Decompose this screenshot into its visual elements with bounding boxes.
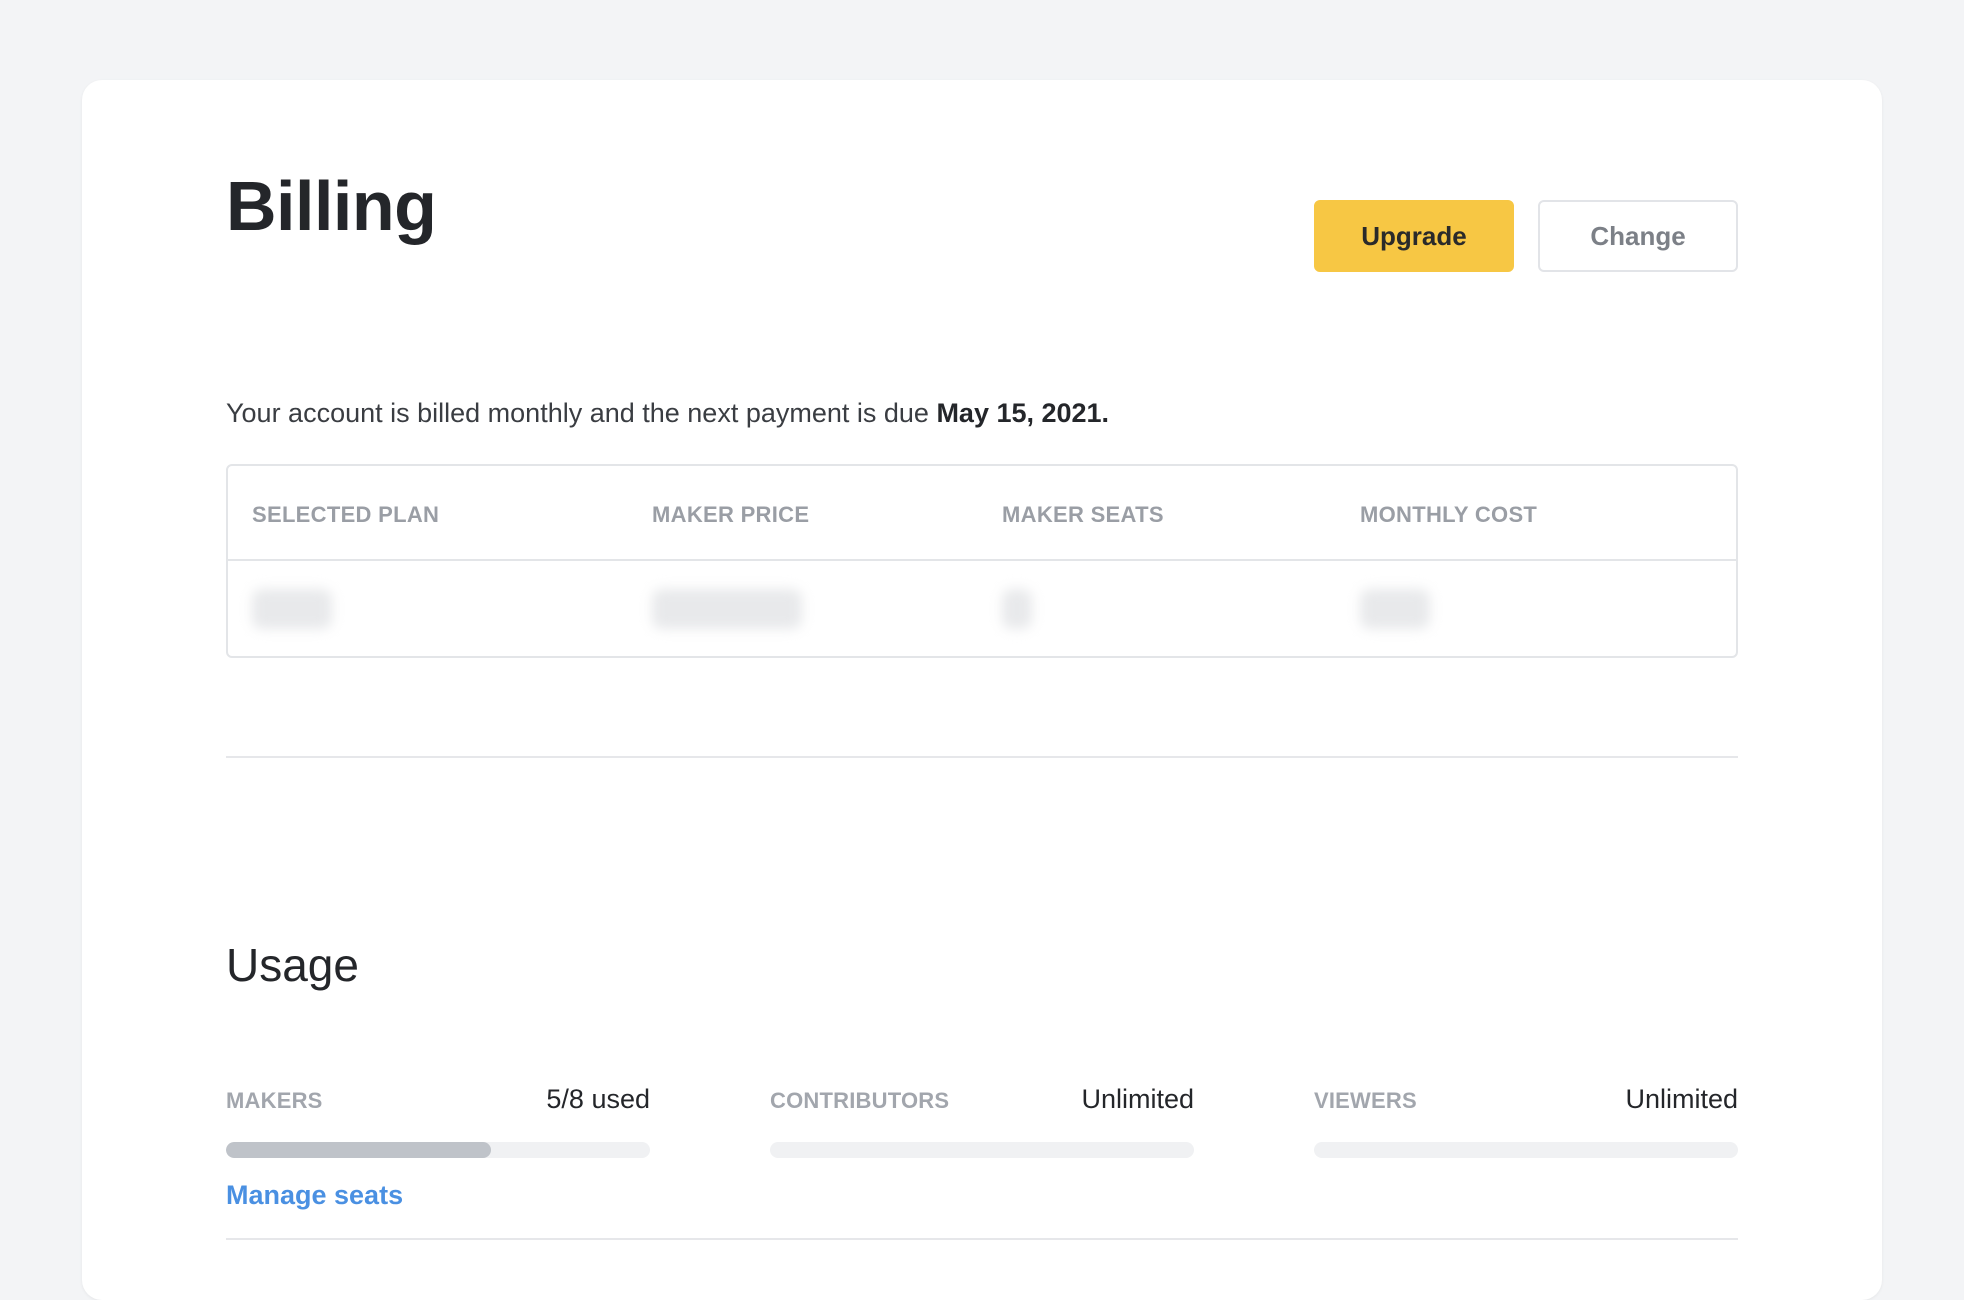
makers-value: 5/8 used — [546, 1084, 650, 1114]
redacted-selected-plan — [252, 589, 332, 629]
billing-note-text: Your account is billed monthly and the n… — [226, 398, 937, 428]
viewers-label: VIEWERS — [1314, 1088, 1417, 1113]
section-divider — [226, 756, 1738, 758]
billing-note: Your account is billed monthly and the n… — [226, 398, 1109, 429]
header-maker-price: MAKER PRICE — [652, 502, 810, 527]
page-title: Billing — [226, 167, 437, 245]
manage-seats-link[interactable]: Manage seats — [226, 1180, 403, 1211]
header-monthly-cost: MONTHLY COST — [1360, 502, 1538, 527]
plan-table-row — [228, 561, 1736, 656]
contributors-progress-track — [770, 1142, 1194, 1158]
plan-table-header: SELECTED PLAN MAKER PRICE MAKER SEATS MO… — [228, 466, 1736, 561]
next-payment-date: May 15, 2021. — [936, 398, 1110, 428]
usage-title: Usage — [226, 939, 359, 991]
viewers-progress-track — [1314, 1142, 1738, 1158]
makers-progress-track — [226, 1142, 650, 1158]
billing-actions: Upgrade Change — [1314, 200, 1738, 272]
contributors-label: CONTRIBUTORS — [770, 1088, 950, 1113]
redacted-monthly-cost — [1360, 589, 1430, 629]
upgrade-button[interactable]: Upgrade — [1314, 200, 1514, 272]
viewers-value: Unlimited — [1625, 1084, 1738, 1114]
header-maker-seats: MAKER SEATS — [1002, 502, 1164, 527]
redacted-maker-seats — [1002, 589, 1032, 629]
change-button[interactable]: Change — [1538, 200, 1738, 272]
plan-table: SELECTED PLAN MAKER PRICE MAKER SEATS MO… — [226, 464, 1738, 658]
bottom-divider — [226, 1238, 1738, 1240]
billing-card: Billing Upgrade Change Your account is b… — [82, 80, 1882, 1300]
contributors-value: Unlimited — [1081, 1084, 1194, 1114]
makers-label: MAKERS — [226, 1088, 323, 1113]
redacted-maker-price — [652, 589, 802, 629]
makers-progress-fill — [226, 1142, 491, 1158]
header-selected-plan: SELECTED PLAN — [252, 502, 440, 527]
